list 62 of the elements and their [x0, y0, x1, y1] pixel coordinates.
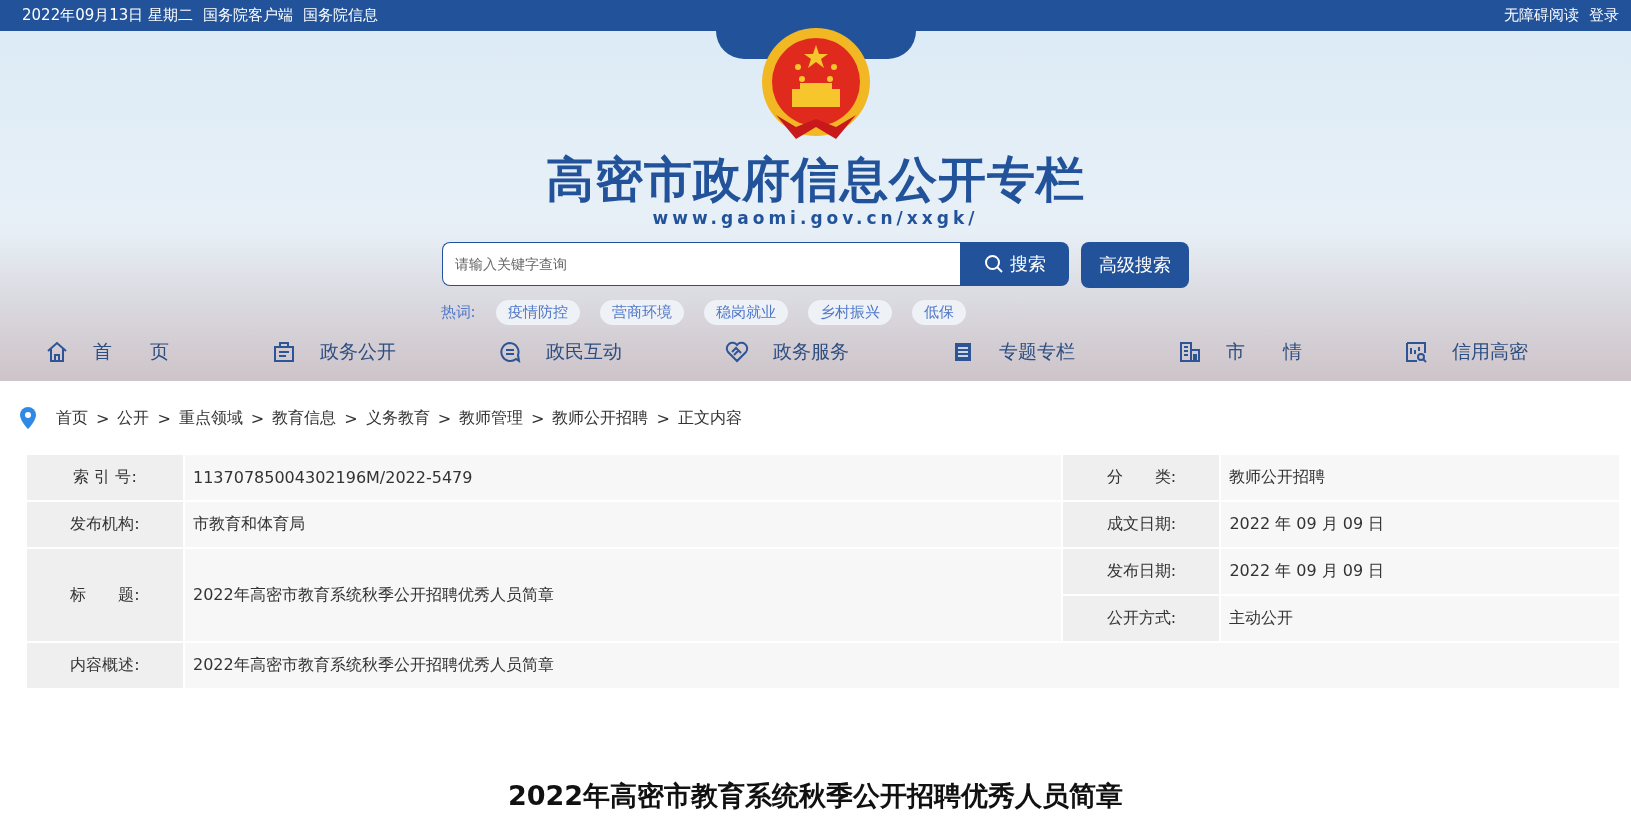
hot-word-tag[interactable]: 营商环境: [599, 299, 684, 325]
site-title: 高密市政府信息公开专栏: [546, 153, 1085, 206]
site-url: www.gaomi.gov.cn/xxgk/: [652, 207, 979, 228]
header-link[interactable]: 无障碍阅读: [1504, 6, 1579, 25]
breadcrumb-link[interactable]: 公开: [117, 407, 150, 429]
chat-icon: [498, 340, 523, 364]
field-label: 公开方式:: [1063, 596, 1220, 641]
breadcrumb-separator: >: [531, 408, 545, 428]
breadcrumb-separator: >: [656, 408, 670, 428]
header-link[interactable]: 登录: [1589, 6, 1619, 25]
search-icon: [983, 253, 1004, 274]
breadcrumb-separator: >: [157, 408, 171, 428]
field-value: 教师公开招聘: [1221, 455, 1619, 500]
hot-words-label: 热词:: [440, 302, 476, 322]
field-value: 2022年高密市教育系统秋季公开招聘优秀人员简章: [185, 643, 1619, 688]
hot-word-tag[interactable]: 疫情防控: [495, 299, 580, 325]
nav-item[interactable]: 政务公开: [319, 339, 396, 365]
breadcrumb-link[interactable]: 教师管理: [459, 407, 524, 429]
briefcase-icon: [271, 340, 296, 364]
nav-item[interactable]: 政民互动: [546, 339, 623, 365]
field-label: 内容概述:: [27, 643, 183, 688]
nav-item[interactable]: 政务服务: [772, 339, 849, 365]
nav-item[interactable]: 专题专栏: [999, 339, 1076, 365]
field-value: 2022 年 09 月 09 日: [1221, 549, 1619, 594]
breadcrumb-link[interactable]: 教师公开招聘: [552, 407, 649, 429]
hot-word-tag[interactable]: 乡村振兴: [807, 299, 892, 325]
nav-item[interactable]: 信用高密: [1452, 339, 1529, 365]
nav-item[interactable]: 首 页: [93, 339, 169, 365]
field-value: 2022年高密市教育系统秋季公开招聘优秀人员简章: [185, 549, 1062, 641]
breadcrumb-separator: >: [344, 408, 358, 428]
header-link[interactable]: 国务院信息: [303, 6, 379, 25]
hot-word-tag[interactable]: 低保: [911, 299, 966, 325]
home-icon: [45, 340, 69, 364]
field-value: 市教育和体育局: [185, 502, 1062, 547]
breadcrumb-separator: >: [96, 408, 110, 428]
location-pin-icon: [20, 407, 36, 429]
magnifier-report-icon: [1404, 340, 1429, 364]
field-label: 分 类:: [1063, 455, 1220, 500]
breadcrumb-link[interactable]: 教育信息: [272, 407, 337, 429]
breadcrumb-separator: >: [250, 408, 265, 428]
building-icon: [1177, 340, 1202, 364]
field-label: 成文日期:: [1063, 502, 1220, 547]
field-label: 发布机构:: [27, 502, 183, 547]
field-value: 11370785004302196M/2022-5479: [185, 455, 1062, 500]
field-label: 标 题:: [27, 549, 183, 641]
breadcrumb-separator: >: [437, 408, 452, 428]
field-label: 索 引 号:: [27, 455, 183, 500]
breadcrumb-link[interactable]: 义务教育: [365, 407, 430, 429]
breadcrumb-link[interactable]: 重点领域: [178, 407, 243, 429]
header-link[interactable]: 国务院客户端: [203, 6, 294, 25]
advanced-search-button[interactable]: 高级搜索: [1081, 241, 1189, 288]
field-value: 主动公开: [1221, 596, 1619, 641]
breadcrumb-link[interactable]: 首页: [56, 407, 88, 429]
search-field[interactable]: 请输入关键字查询: [442, 241, 960, 286]
article-title: 2022年高密市教育系统秋季公开招聘优秀人员简章: [506, 779, 1125, 813]
hot-word-tag[interactable]: 稳岗就业: [703, 299, 788, 325]
handshake-icon: [724, 340, 749, 364]
field-value: 2022 年 09 月 09 日: [1221, 502, 1619, 547]
field-label: 发布日期:: [1063, 549, 1220, 594]
date-text: 2022年09月13日 星期二: [22, 6, 194, 25]
nav-item[interactable]: 市 情: [1225, 339, 1302, 365]
search-button[interactable]: 搜索: [960, 241, 1069, 286]
